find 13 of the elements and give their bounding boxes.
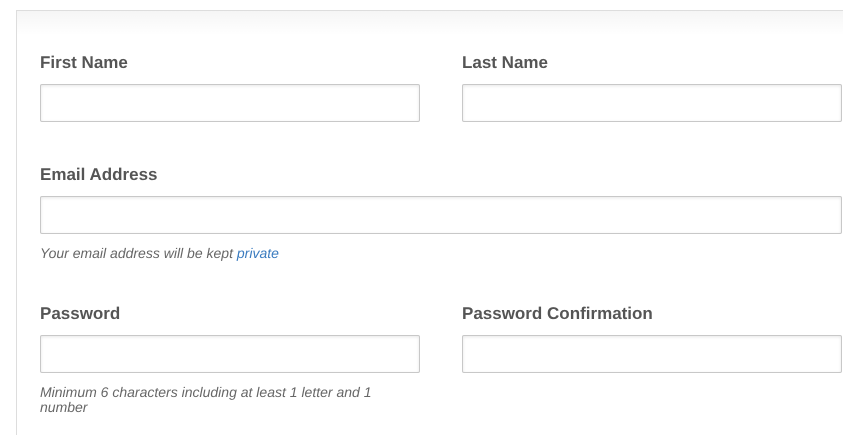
field-label: Last Name — [462, 52, 548, 74]
input-field[interactable] — [40, 335, 420, 373]
input-field[interactable] — [40, 196, 842, 234]
input-field[interactable] — [40, 84, 420, 122]
help-text: Your email address will be kept private — [40, 246, 280, 261]
field-label: Password Confirmation — [462, 303, 653, 325]
field-label: First Name — [40, 52, 128, 74]
input-field[interactable] — [462, 335, 842, 373]
privacy-link[interactable]: private — [236, 245, 279, 261]
input-field[interactable] — [462, 84, 842, 122]
field-label: Password — [40, 303, 120, 325]
help-text: Minimum 6 characters including at least 1 letter and 1 number — [40, 385, 372, 415]
field-label: Email Address — [40, 164, 158, 186]
